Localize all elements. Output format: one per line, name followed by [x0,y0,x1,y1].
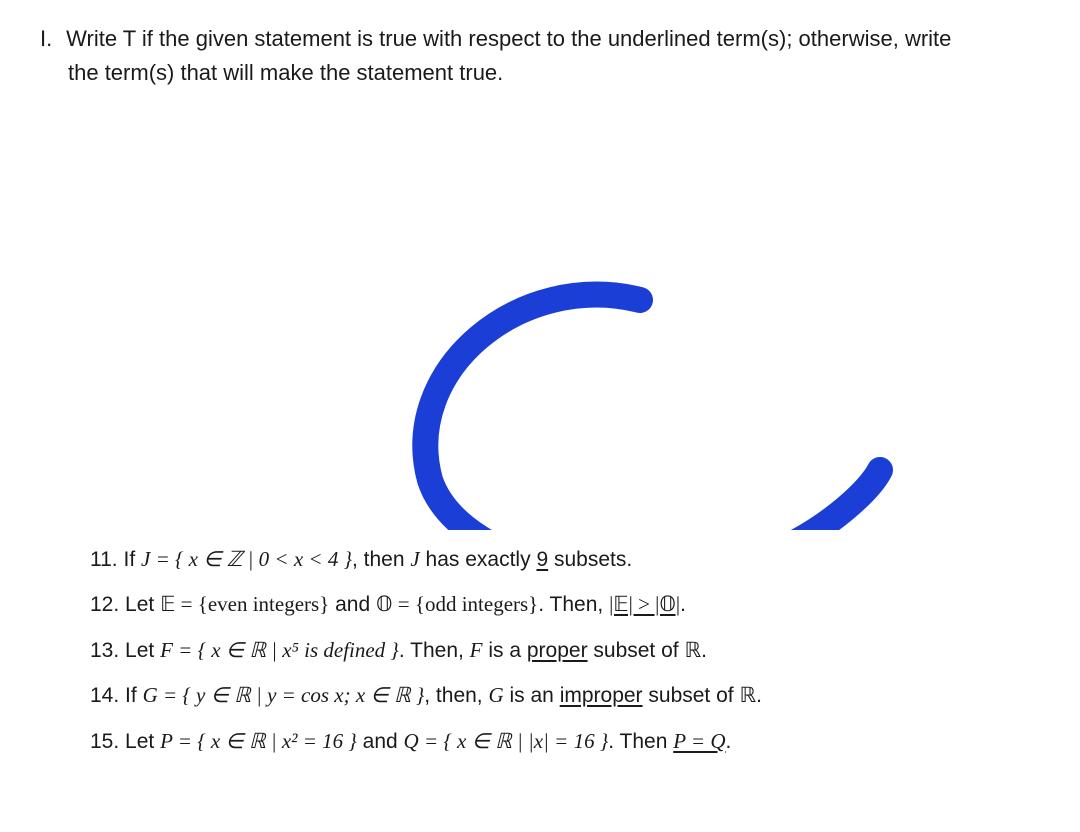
question-15: 15. Let P = { x ∈ ℝ | x² = 16 } and Q = … [90,727,1040,756]
text: Let [125,639,160,662]
question-14: 14. If G = { y ∈ ℝ | y = cos x; x ∈ ℝ },… [90,681,1040,710]
math-set-2: 𝕆 = {odd integers} [376,592,538,616]
text: If [125,684,143,707]
text: subset of ℝ. [643,684,762,707]
math-set: P = { x ∈ ℝ | x² = 16 } [160,729,357,753]
subject: F [470,638,483,662]
text: subsets. [548,548,632,571]
instruction-line-1: Write T if the given statement is true w… [66,26,951,51]
question-12: 12. Let 𝔼 = {even integers} and 𝕆 = {odd… [90,590,1040,619]
question-11: 11. If J = { x ∈ ℤ | 0 < x < 4 }, then J… [90,545,1040,574]
question-number: 12. [90,593,119,616]
text: , then, [424,684,488,707]
underlined-term: P = Q [673,729,725,753]
c-mark-icon [0,140,1080,530]
text: is a [483,639,527,662]
text: . Then, [538,593,609,616]
question-number: 15. [90,730,119,753]
math-set: 𝔼 = {even integers} [160,592,329,616]
text: , then [352,548,410,571]
instruction-line-2: the term(s) that will make the statement… [68,60,503,85]
text: Let [125,593,160,616]
math-set: J = { x ∈ ℤ | 0 < x < 4 } [141,547,352,571]
question-list: 11. If J = { x ∈ ℤ | 0 < x < 4 }, then J… [90,545,1040,772]
instruction-block: I. Write T if the given statement is tru… [40,22,1040,90]
text: subset of ℝ. [588,639,707,662]
question-number: 14. [90,684,119,707]
text: is an [504,684,560,707]
text: If [123,548,141,571]
underlined-term: improper [560,684,643,707]
question-number: 11. [90,548,118,571]
text: . Then [608,730,673,753]
text: has exactly [420,548,537,571]
handwritten-annotation [0,140,1080,530]
subject: J [410,547,419,571]
underlined-term: proper [527,639,588,662]
math-set: F = { x ∈ ℝ | x⁵ is defined } [160,638,399,662]
section-roman: I. [40,22,60,56]
math-set-2: Q = { x ∈ ℝ | |x| = 16 } [404,729,609,753]
text: . [726,730,732,753]
text: Let [125,730,160,753]
text: . [680,593,686,616]
question-number: 13. [90,639,119,662]
question-13: 13. Let F = { x ∈ ℝ | x⁵ is defined }. T… [90,636,1040,665]
text: and [357,730,404,753]
worksheet: I. Write T if the given statement is tru… [0,0,1080,110]
math-set: G = { y ∈ ℝ | y = cos x; x ∈ ℝ } [143,683,425,707]
underlined-term: |𝔼| > |𝕆| [609,592,680,616]
subject: G [488,683,503,707]
text: and [329,593,376,616]
underlined-term: 9 [536,548,548,571]
text: . Then, [399,639,470,662]
